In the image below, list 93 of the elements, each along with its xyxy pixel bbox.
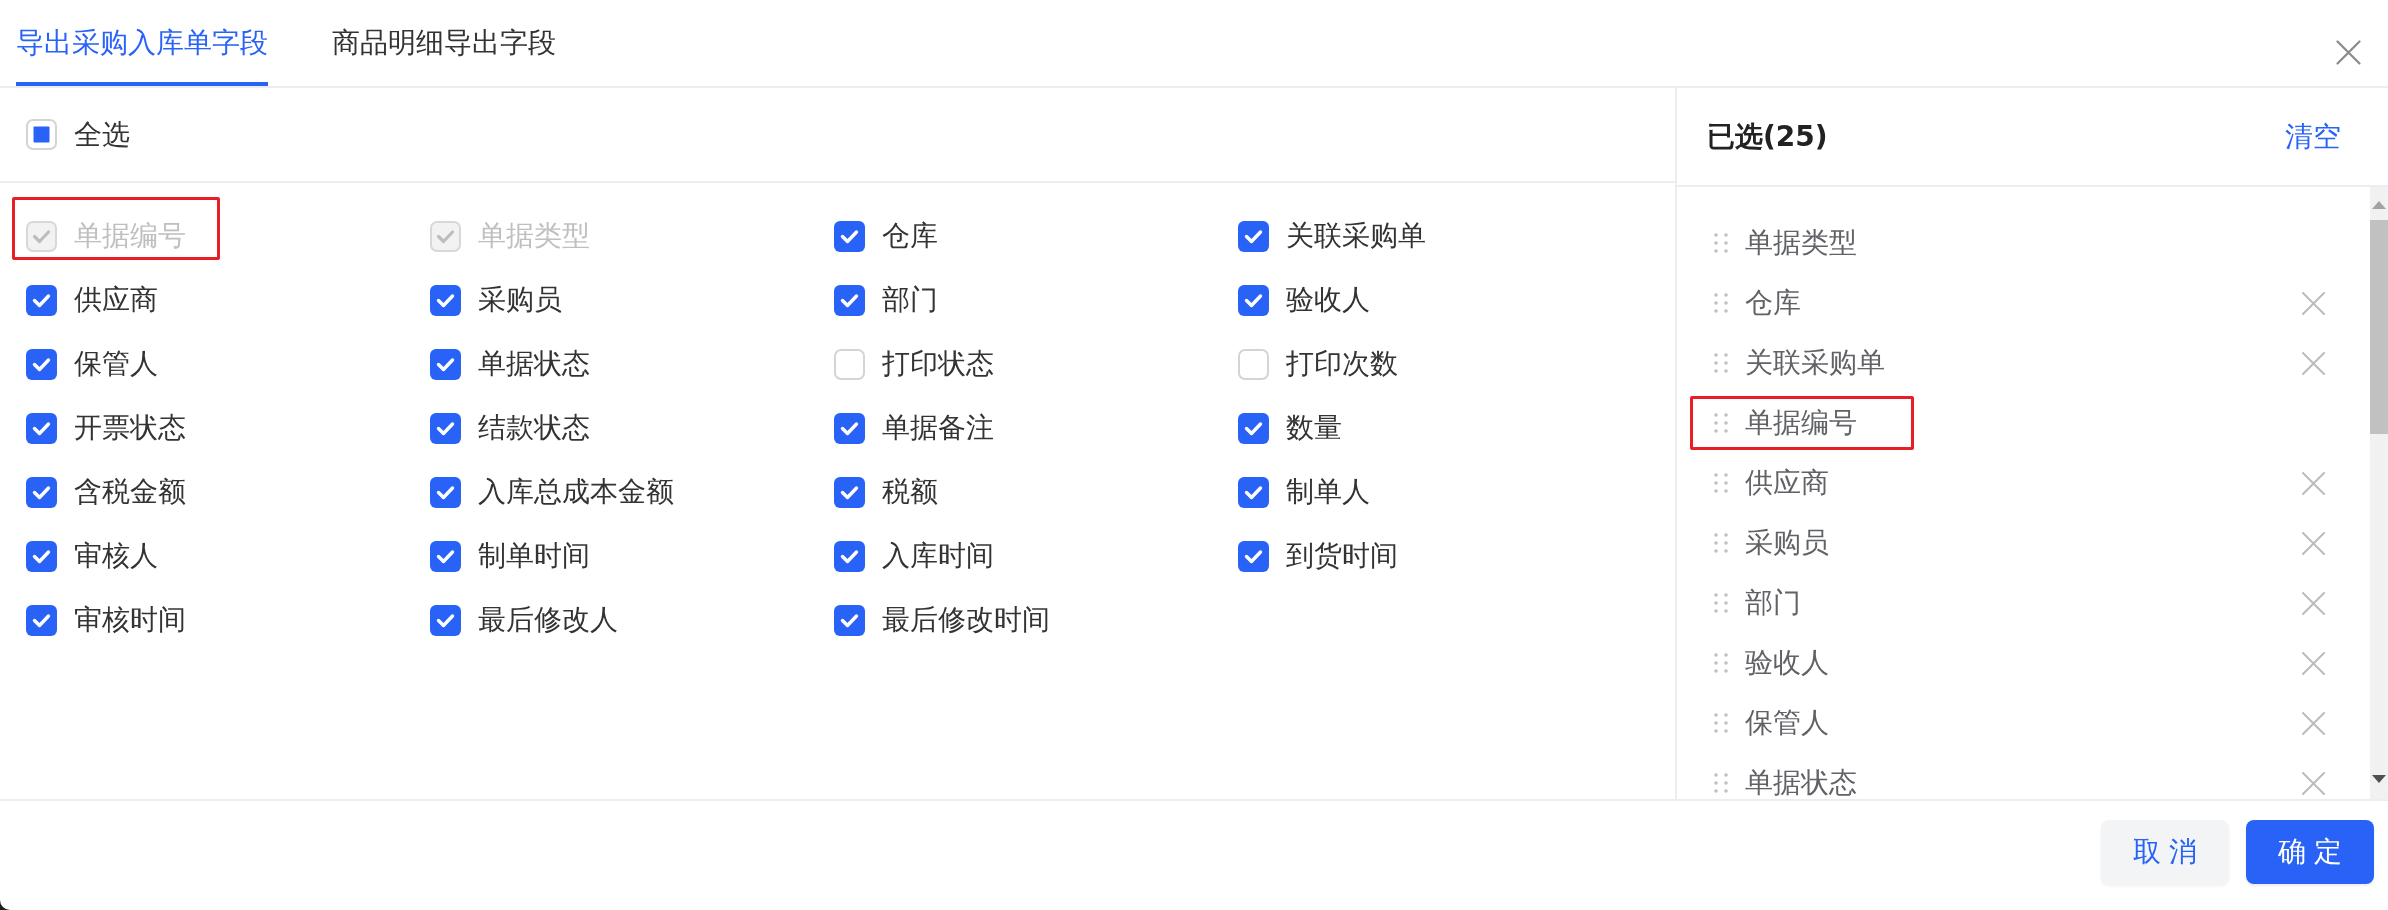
drag-handle-icon[interactable] (1713, 232, 1729, 254)
remove-icon[interactable] (2302, 531, 2325, 555)
checkbox[interactable] (1238, 348, 1269, 380)
clear-link[interactable]: 清空 (2285, 119, 2341, 154)
checkbox[interactable] (430, 348, 461, 380)
checkbox[interactable] (1238, 220, 1269, 252)
checkbox-label[interactable]: 入库总成本金额 (478, 475, 674, 509)
checkbox[interactable] (430, 604, 461, 636)
drag-handle-icon[interactable] (1713, 292, 1729, 314)
checkbox-label[interactable]: 入库时间 (882, 539, 994, 573)
checkbox[interactable] (1238, 540, 1269, 572)
drag-handle-icon[interactable] (1713, 532, 1729, 554)
confirm-button[interactable]: 确定 (2246, 820, 2374, 884)
selected-field-label: 单据编号 (1745, 406, 1857, 440)
selected-field-label: 仓库 (1745, 286, 1801, 320)
checkbox-label[interactable]: 打印状态 (882, 347, 994, 381)
checkbox[interactable] (26, 348, 57, 380)
checkbox-label: 单据类型 (478, 219, 590, 253)
checkbox-label[interactable]: 审核时间 (74, 603, 186, 637)
selected-field-label: 关联采购单 (1745, 346, 1885, 380)
checkbox[interactable] (26, 540, 57, 572)
checkbox[interactable] (430, 284, 461, 316)
checkbox[interactable] (834, 476, 865, 508)
tab[interactable]: 导出采购入库单字段 (16, 0, 268, 86)
checkbox-label[interactable]: 单据状态 (478, 347, 590, 381)
remove-icon[interactable] (2302, 291, 2325, 315)
cancel-button[interactable]: 取消 (2101, 820, 2229, 884)
checkbox[interactable] (834, 284, 865, 316)
drag-handle-icon[interactable] (1713, 472, 1729, 494)
checkbox[interactable] (1238, 412, 1269, 444)
checkbox[interactable] (26, 476, 57, 508)
remove-icon[interactable] (2302, 711, 2325, 735)
checkbox[interactable] (430, 540, 461, 572)
selected-field-label: 采购员 (1745, 526, 1829, 560)
checkbox-label[interactable]: 最后修改人 (478, 603, 618, 637)
checkbox[interactable] (26, 284, 57, 316)
checkbox-label[interactable]: 验收人 (1286, 283, 1370, 317)
checkbox-label[interactable]: 最后修改时间 (882, 603, 1050, 637)
selected-field-label: 供应商 (1745, 466, 1829, 500)
selected-field-label: 部门 (1745, 586, 1801, 620)
drag-handle-icon[interactable] (1713, 652, 1729, 674)
drag-handle-icon[interactable] (1713, 592, 1729, 614)
checkbox-label[interactable]: 仓库 (882, 219, 938, 253)
checkbox-label[interactable]: 制单人 (1286, 475, 1370, 509)
tab[interactable]: 商品明细导出字段 (332, 0, 556, 86)
checkbox[interactable] (1238, 476, 1269, 508)
checkbox-label[interactable]: 结款状态 (478, 411, 590, 445)
checkbox[interactable] (1238, 284, 1269, 316)
remove-icon[interactable] (2302, 591, 2325, 615)
selected-count-title: 已选(25) (1707, 119, 1828, 154)
remove-icon[interactable] (2302, 471, 2325, 495)
scroll-up-arrow-icon[interactable] (2372, 201, 2386, 209)
checkbox-label[interactable]: 税额 (882, 475, 938, 509)
remove-icon[interactable] (2302, 771, 2325, 795)
scroll-down-arrow-icon[interactable] (2372, 775, 2386, 783)
checkbox[interactable] (26, 604, 57, 636)
checkbox-label[interactable]: 单据备注 (882, 411, 994, 445)
checkbox[interactable] (834, 412, 865, 444)
selected-field-label: 验收人 (1745, 646, 1829, 680)
checkbox[interactable] (430, 476, 461, 508)
drag-handle-icon[interactable] (1713, 352, 1729, 374)
drag-handle-icon[interactable] (1713, 772, 1729, 794)
selected-field-label: 单据类型 (1745, 226, 1857, 260)
checkbox[interactable] (430, 412, 461, 444)
checkbox-label[interactable]: 全选 (74, 117, 130, 152)
checkbox-label[interactable]: 到货时间 (1286, 539, 1398, 573)
scrollbar-thumb[interactable] (2370, 220, 2388, 434)
checkbox-label[interactable]: 数量 (1286, 411, 1342, 445)
checkbox-label[interactable]: 打印次数 (1286, 347, 1398, 381)
selected-field-label: 单据状态 (1745, 766, 1857, 799)
remove-icon[interactable] (2302, 351, 2325, 375)
checkbox-label[interactable]: 审核人 (74, 539, 158, 573)
scrollbar-track[interactable] (2370, 187, 2388, 799)
drag-handle-icon[interactable] (1713, 412, 1729, 434)
selected-field-label: 保管人 (1745, 706, 1829, 740)
checkbox-label[interactable]: 采购员 (478, 283, 562, 317)
checkbox-label: 单据编号 (74, 219, 186, 253)
checkbox-label[interactable]: 含税金额 (74, 475, 186, 509)
checkbox-label[interactable]: 关联采购单 (1286, 219, 1426, 253)
checkbox-label[interactable]: 供应商 (74, 283, 158, 317)
drag-handle-icon[interactable] (1713, 712, 1729, 734)
remove-icon[interactable] (2302, 651, 2325, 675)
checkbox[interactable] (834, 220, 865, 252)
checkbox-label[interactable]: 开票状态 (74, 411, 186, 445)
close-icon[interactable] (2336, 40, 2361, 65)
checkbox-label[interactable]: 部门 (882, 283, 938, 317)
checkbox[interactable] (26, 119, 57, 150)
checkbox[interactable] (834, 348, 865, 380)
checkbox[interactable] (834, 540, 865, 572)
checkbox-label[interactable]: 保管人 (74, 347, 158, 381)
checkbox[interactable] (834, 604, 865, 636)
checkbox[interactable] (26, 412, 57, 444)
checkbox-label[interactable]: 制单时间 (478, 539, 590, 573)
